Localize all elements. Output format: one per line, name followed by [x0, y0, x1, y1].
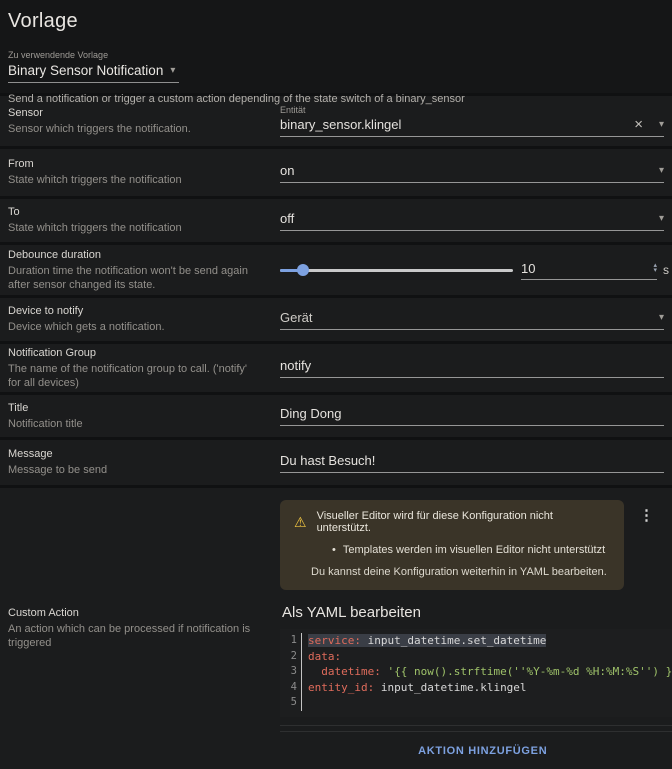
- template-select-label: Zu verwendende Vorlage: [8, 50, 664, 60]
- message-input[interactable]: [280, 453, 664, 468]
- alert-title: Visueller Editor wird für diese Konfigur…: [317, 510, 610, 534]
- device-select-value: Gerät: [280, 310, 659, 325]
- from-select[interactable]: on ▾: [280, 163, 664, 183]
- row-device-labels: Device to notify Device which gets a not…: [8, 305, 272, 334]
- overflow-menu-icon[interactable]: ⋮: [635, 504, 658, 526]
- stepper-down-icon[interactable]: ▾: [653, 268, 657, 273]
- yaml-code-editor[interactable]: 1 service: input_datetime.set_datetime 2…: [280, 629, 672, 717]
- chevron-down-icon: ▾: [659, 312, 664, 323]
- row-from-labels: From State whitch triggers the notificat…: [8, 158, 272, 187]
- yaml-key: entity_id:: [308, 681, 374, 694]
- warning-icon: ⚠: [294, 515, 307, 529]
- row-sensor-labels: Sensor Sensor which triggers the notific…: [8, 107, 272, 136]
- line-number: 1: [280, 633, 301, 649]
- row-description: Duration time the notification won't be …: [8, 264, 258, 292]
- add-action-button[interactable]: AKTION HINZUFÜGEN: [408, 732, 557, 769]
- chevron-down-icon: ▾: [659, 165, 664, 176]
- row-title-labels: Title Notification title: [8, 402, 272, 431]
- line-number: 5: [280, 695, 301, 711]
- clear-icon[interactable]: ×: [634, 119, 643, 131]
- yaml-editor-heading: Als YAML bearbeiten: [282, 604, 672, 621]
- line-number: 4: [280, 680, 301, 696]
- yaml-string: '{{ now().strftime(''%Y-%m-%d %H:%M:%S''…: [381, 665, 672, 678]
- row-label: Sensor: [8, 107, 258, 119]
- row-from: From State whitch triggers the notificat…: [0, 149, 672, 196]
- row-debounce: Debounce duration Duration time the noti…: [0, 245, 672, 295]
- debounce-slider[interactable]: [280, 263, 513, 277]
- yaml-key: service:: [308, 634, 361, 647]
- entity-field-label: Entität: [280, 105, 664, 115]
- code-line[interactable]: 5: [280, 695, 672, 711]
- page-title: Vorlage: [8, 10, 664, 33]
- slider-thumb[interactable]: [297, 264, 309, 276]
- debounce-unit: s: [663, 263, 669, 277]
- row-description: Device which gets a notification.: [8, 320, 258, 334]
- template-select-value: Binary Sensor Notification: [8, 63, 163, 78]
- chevron-down-icon: ▾: [170, 65, 175, 76]
- yaml-key: datetime:: [321, 665, 381, 678]
- unsupported-editor-alert: ⚠ Visueller Editor wird für diese Konfig…: [280, 500, 624, 590]
- row-debounce-labels: Debounce duration Duration time the noti…: [8, 249, 272, 292]
- row-to-labels: To State whitch triggers the notificatio…: [8, 206, 272, 235]
- code-line[interactable]: 4 entity_id: input_datetime.klingel: [280, 680, 672, 696]
- code-line[interactable]: 2 data:: [280, 649, 672, 665]
- row-description: Notification title: [8, 417, 258, 431]
- bullet-icon: •: [332, 544, 336, 556]
- to-select-value: off: [280, 211, 659, 226]
- row-description: Sensor which triggers the notification.: [8, 122, 258, 136]
- from-select-value: on: [280, 163, 659, 178]
- row-label: Debounce duration: [8, 249, 258, 261]
- row-description: State whitch triggers the notification: [8, 173, 258, 187]
- blueprint-header: Vorlage Zu verwendende Vorlage Binary Se…: [0, 0, 672, 93]
- to-select[interactable]: off ▾: [280, 211, 664, 231]
- code-line[interactable]: 3 datetime: '{{ now().strftime(''%Y-%m-%…: [280, 664, 672, 680]
- row-label: To: [8, 206, 258, 218]
- device-select[interactable]: Gerät ▾: [280, 310, 664, 330]
- row-message: Message Message to be send: [0, 440, 672, 485]
- row-message-labels: Message Message to be send: [8, 448, 272, 477]
- row-notification-group: Notification Group The name of the notif…: [0, 344, 672, 392]
- divider: [280, 725, 672, 726]
- entity-picker-value: binary_sensor.klingel: [280, 117, 634, 132]
- notification-group-input[interactable]: [280, 358, 664, 373]
- row-group-labels: Notification Group The name of the notif…: [8, 347, 272, 390]
- row-label: Title: [8, 402, 258, 414]
- yaml-value: input_datetime.set_datetime: [361, 634, 546, 647]
- row-to: To State whitch triggers the notificatio…: [0, 199, 672, 242]
- row-custom-action: Custom Action An action which can be pro…: [0, 488, 672, 769]
- row-label: Device to notify: [8, 305, 258, 317]
- template-select[interactable]: Binary Sensor Notification ▾: [8, 60, 179, 83]
- alert-bullet-text: Templates werden im visuellen Editor nic…: [343, 544, 605, 556]
- entity-picker[interactable]: Entität binary_sensor.klingel × ▾: [280, 105, 664, 137]
- debounce-number-input[interactable]: [521, 261, 653, 276]
- row-label: Custom Action: [8, 607, 258, 619]
- title-input[interactable]: [280, 406, 664, 421]
- row-device: Device to notify Device which gets a not…: [0, 298, 672, 341]
- row-description: Message to be send: [8, 463, 258, 477]
- yaml-indent: [308, 665, 321, 678]
- line-number: 3: [280, 664, 301, 680]
- chevron-down-icon[interactable]: ▾: [659, 119, 664, 130]
- row-description: State whitch triggers the notification: [8, 221, 258, 235]
- alert-footer-text: Du kannst deine Konfiguration weiterhin …: [311, 566, 610, 578]
- chevron-down-icon: ▾: [659, 213, 664, 224]
- line-number: 2: [280, 649, 301, 665]
- number-stepper[interactable]: ▴ ▾: [653, 263, 657, 273]
- yaml-key: data:: [308, 650, 341, 663]
- row-custom-action-labels: Custom Action An action which can be pro…: [8, 607, 272, 650]
- row-description: An action which can be processed if noti…: [8, 622, 258, 650]
- row-description: The name of the notification group to ca…: [8, 362, 258, 390]
- row-label: Notification Group: [8, 347, 258, 359]
- row-title: Title Notification title: [0, 395, 672, 437]
- yaml-value: input_datetime.klingel: [374, 681, 526, 694]
- code-line[interactable]: 1 service: input_datetime.set_datetime: [280, 633, 672, 649]
- row-label: From: [8, 158, 258, 170]
- slider-track[interactable]: [280, 269, 513, 272]
- row-label: Message: [8, 448, 258, 460]
